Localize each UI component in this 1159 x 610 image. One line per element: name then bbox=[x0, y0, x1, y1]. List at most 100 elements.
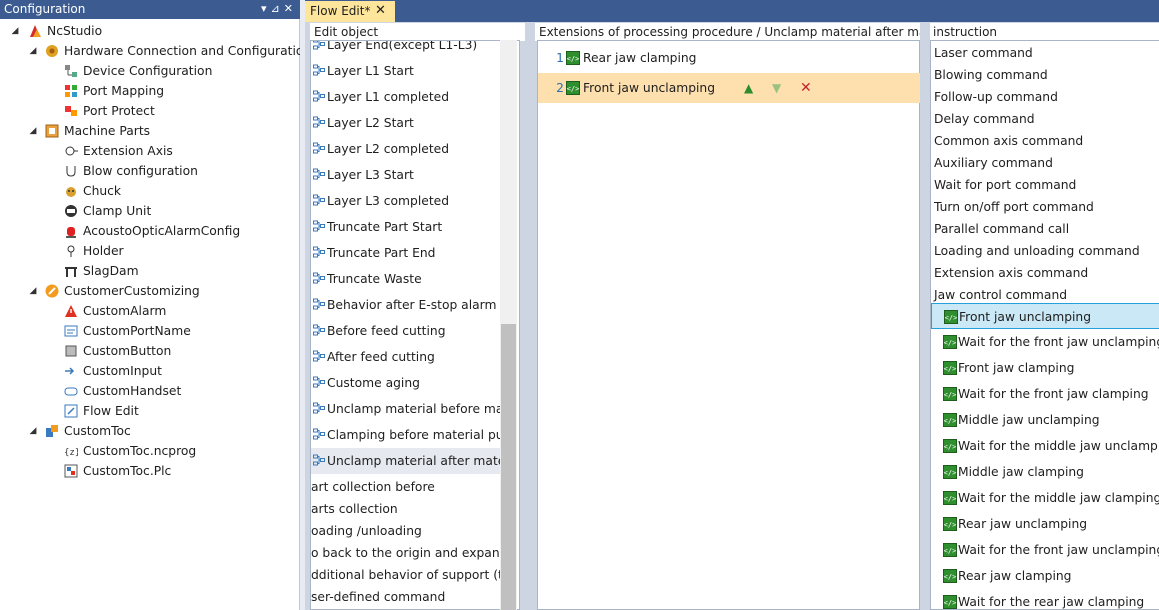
code-icon: </> bbox=[943, 543, 957, 557]
tree-item[interactable]: ◢ CustomerCustomizing bbox=[0, 281, 300, 301]
edit-object-item[interactable]: Clamping before material pull bbox=[311, 422, 507, 448]
instruction-command[interactable]: Extension axis command bbox=[934, 262, 1088, 284]
jaw-instruction-item[interactable]: </> Rear jaw unclamping bbox=[931, 511, 1159, 537]
tree-item[interactable]: ◢ NcStudio bbox=[0, 21, 300, 41]
instruction-command[interactable]: Parallel command call bbox=[934, 218, 1069, 240]
move-down-icon[interactable]: ▼ bbox=[772, 73, 781, 103]
edit-object-item[interactable]: Layer L2 Start bbox=[311, 110, 507, 136]
edit-object-item[interactable]: After feed cutting bbox=[311, 344, 507, 370]
tree-item-label: Flow Edit bbox=[83, 404, 139, 418]
edit-object-item[interactable]: art collection before bbox=[311, 476, 507, 498]
tree-item[interactable]: CustomPortName bbox=[0, 321, 300, 341]
instruction-command[interactable]: Wait for port command bbox=[934, 174, 1076, 196]
tree-item[interactable]: Holder bbox=[0, 241, 300, 261]
edit-object-item[interactable]: dditional behavior of support (th bbox=[311, 564, 507, 586]
edit-object-item[interactable]: Unclamp material before material pull bbox=[311, 396, 507, 422]
tree-item[interactable]: CustomAlarm bbox=[0, 301, 300, 321]
pin-icon[interactable]: ⊿ bbox=[271, 2, 284, 15]
expand-toggle-icon[interactable]: ◢ bbox=[28, 281, 38, 301]
tree-item[interactable]: CustomHandset bbox=[0, 381, 300, 401]
tree-item[interactable]: {z} CustomToc.ncprog bbox=[0, 441, 300, 461]
expand-toggle-icon[interactable]: ◢ bbox=[28, 421, 38, 441]
code-icon: </> bbox=[943, 361, 957, 375]
instruction-command[interactable]: Loading and unloading command bbox=[934, 240, 1140, 262]
code-icon: </> bbox=[943, 439, 957, 453]
edit-object-item[interactable]: Before feed cutting bbox=[311, 318, 507, 344]
edit-object-item[interactable]: oading /unloading bbox=[311, 520, 507, 542]
edit-object-item[interactable]: Layer L1 completed bbox=[311, 84, 507, 110]
edit-object-item[interactable]: o back to the origin and expand bbox=[311, 542, 507, 564]
instruction-command[interactable]: Common axis command bbox=[934, 130, 1083, 152]
device-config-icon bbox=[64, 64, 78, 78]
jaw-instruction-item[interactable]: </> Wait for the rear jaw clamping bbox=[931, 589, 1159, 609]
port-protect-icon bbox=[64, 104, 78, 118]
tree-item[interactable]: Port Mapping bbox=[0, 81, 300, 101]
edit-object-item[interactable]: Custome aging bbox=[311, 370, 507, 396]
blow-icon bbox=[64, 164, 78, 178]
edit-object-item[interactable]: Layer End(except L1-L3) bbox=[311, 41, 507, 58]
jaw-instruction-item[interactable]: </> Middle jaw unclamping bbox=[931, 407, 1159, 433]
scrollbar-thumb[interactable] bbox=[501, 324, 516, 610]
flow-icon bbox=[313, 168, 325, 180]
tree-item[interactable]: Chuck bbox=[0, 181, 300, 201]
tree-item[interactable]: Port Protect bbox=[0, 101, 300, 121]
edit-object-item[interactable]: Truncate Part Start bbox=[311, 214, 507, 240]
edit-object-item[interactable]: Truncate Part End bbox=[311, 240, 507, 266]
delete-icon[interactable]: ✕ bbox=[800, 73, 812, 103]
jaw-instruction-item[interactable]: </> Wait for the front jaw unclamping bbox=[931, 537, 1159, 563]
edit-object-item[interactable]: Layer L2 completed bbox=[311, 136, 507, 162]
tree-item[interactable]: CustomInput bbox=[0, 361, 300, 381]
instruction-command[interactable]: Turn on/off port command bbox=[934, 196, 1094, 218]
instruction-command[interactable]: Delay command bbox=[934, 108, 1035, 130]
tree-item[interactable]: CustomToc.Plc bbox=[0, 461, 300, 481]
tree-item-label: CustomButton bbox=[83, 344, 172, 358]
edit-object-header: Edit object bbox=[310, 23, 525, 41]
edit-object-item[interactable]: Truncate Waste bbox=[311, 266, 507, 292]
tree-item[interactable]: Clamp Unit bbox=[0, 201, 300, 221]
jaw-instruction-item[interactable]: </> Middle jaw clamping bbox=[931, 459, 1159, 485]
edit-object-item[interactable]: Layer L3 Start bbox=[311, 162, 507, 188]
tree-item[interactable]: SlagDam bbox=[0, 261, 300, 281]
expand-toggle-icon[interactable]: ◢ bbox=[28, 121, 38, 141]
tree-item[interactable]: Device Configuration bbox=[0, 61, 300, 81]
jaw-instruction-item[interactable]: </> Wait for the front jaw clamping bbox=[931, 381, 1159, 407]
jaw-instruction-item[interactable]: </> Front jaw clamping bbox=[931, 355, 1159, 381]
edit-object-item[interactable]: Layer L1 Start bbox=[311, 58, 507, 84]
procedure-step[interactable]: 2 </> Front jaw unclamping ▲ ▼ ✕ bbox=[538, 73, 920, 103]
move-up-icon[interactable]: ▲ bbox=[744, 73, 753, 103]
edit-object-item[interactable]: Unclamp material after material pull bbox=[311, 448, 507, 474]
instruction-command[interactable]: Auxiliary command bbox=[934, 152, 1053, 174]
instruction-command[interactable]: Blowing command bbox=[934, 64, 1048, 86]
edit-object-item[interactable]: ser-defined command bbox=[311, 586, 507, 608]
tree-item[interactable]: Flow Edit bbox=[0, 401, 300, 421]
tab-flow-edit[interactable]: Flow Edit* ✕ bbox=[305, 1, 395, 22]
jaw-instruction-item[interactable]: </> Wait for the front jaw unclamping bbox=[931, 329, 1159, 355]
jaw-instruction-item[interactable]: </> Wait for the middle jaw unclamping bbox=[931, 433, 1159, 459]
tab-close-icon[interactable]: ✕ bbox=[375, 3, 386, 18]
jaw-instruction-item[interactable]: </> Rear jaw clamping bbox=[931, 563, 1159, 589]
tree-item-label: Port Mapping bbox=[83, 84, 165, 98]
expand-toggle-icon[interactable]: ◢ bbox=[28, 41, 38, 61]
tree-item[interactable]: CustomButton bbox=[0, 341, 300, 361]
tree-item[interactable]: Extension Axis bbox=[0, 141, 300, 161]
edit-object-label: Unclamp material after material pull bbox=[327, 454, 507, 468]
svg-text:</>: </> bbox=[944, 365, 957, 373]
edit-object-item[interactable]: Behavior after E-stop alarm bbox=[311, 292, 507, 318]
tree-item[interactable]: Blow configuration bbox=[0, 161, 300, 181]
jaw-instruction-item[interactable]: </> Wait for the middle jaw clamping bbox=[931, 485, 1159, 511]
tree-item[interactable]: ◢ Machine Parts bbox=[0, 121, 300, 141]
edit-object-item[interactable]: Layer L3 completed bbox=[311, 188, 507, 214]
tree-item[interactable]: ◢ Hardware Connection and Configuration bbox=[0, 41, 312, 61]
edit-object-item[interactable]: arts collection bbox=[311, 498, 507, 520]
tree-item-label: Holder bbox=[83, 244, 124, 258]
instruction-command[interactable]: Laser command bbox=[934, 42, 1033, 64]
jaw-instruction-item[interactable]: </> Front jaw unclamping bbox=[931, 303, 1159, 329]
tree-item[interactable]: ◢ CustomToc bbox=[0, 421, 300, 441]
tree-item[interactable]: AcoustoOpticAlarmConfig bbox=[0, 221, 300, 241]
close-icon[interactable]: ✕ bbox=[284, 2, 297, 15]
step-label: Front jaw unclamping bbox=[583, 81, 716, 95]
dropdown-icon[interactable]: ▾ bbox=[261, 2, 271, 15]
expand-toggle-icon[interactable]: ◢ bbox=[10, 21, 20, 41]
procedure-step[interactable]: 1 </> Rear jaw clamping bbox=[538, 43, 920, 73]
instruction-command[interactable]: Follow-up command bbox=[934, 86, 1058, 108]
